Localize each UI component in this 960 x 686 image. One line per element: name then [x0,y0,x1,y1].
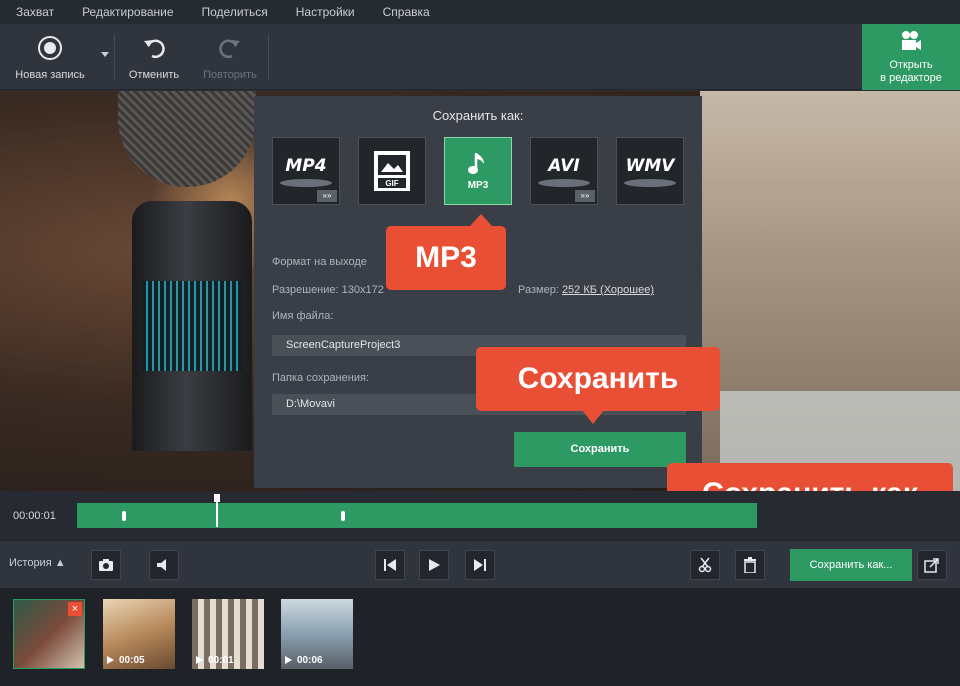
microphone-grill [142,281,242,371]
thumbnail-duration: 00:05 [119,655,145,666]
open-in-editor-button[interactable]: Открыть в редакторе [862,24,960,90]
callout-pointer [582,410,604,424]
dialog-title: Сохранить как: [432,108,524,123]
format-wmv[interactable]: WMV [616,137,684,205]
undo-icon [140,34,168,62]
format-mp3[interactable]: MP3 [444,137,512,205]
size-label: Размер: 252 КБ (Хорошее) [518,284,654,296]
format-label: WMV [625,155,675,176]
menu-edit[interactable]: Редактирование [68,0,187,24]
toolbar-divider [114,34,115,80]
share-button[interactable] [917,550,947,580]
snapshot-button[interactable] [91,550,121,580]
undo-label: Отменить [128,68,180,81]
format-label: AVI [548,155,580,176]
redo-label: Повторить [203,68,257,81]
history-thumbnail[interactable]: 00:05 [103,599,175,669]
clip-marker[interactable] [341,511,345,521]
toolbar-divider [268,34,269,80]
callout-mp3-text: MP3 [415,241,477,274]
fast-forward-icon: »» [317,190,337,202]
undo-button[interactable]: Отменить [120,24,188,90]
playhead[interactable] [214,494,220,527]
skip-forward-icon [474,559,486,571]
disc-icon [538,178,590,187]
disc-icon [624,178,676,187]
save-as-dialog: Сохранить как: MP4 »» GIF MP3 AVI »» WMV… [254,96,702,488]
menu-capture[interactable]: Захват [0,0,68,24]
play-button[interactable] [419,550,449,580]
resolution-label-text: Разрешение: [272,284,339,296]
disc-icon [280,178,332,187]
close-icon[interactable]: × [68,602,82,616]
trash-icon [744,557,756,573]
history-thumbnail[interactable]: × [13,599,85,669]
thumbnail-duration: 00:01 [208,655,234,666]
format-avi[interactable]: AVI »» [530,137,598,205]
timeline: 00:00:01 [0,491,960,540]
size-label-text: Размер: [518,284,559,296]
callout-save-text: Сохранить [517,362,679,395]
next-button[interactable] [465,550,495,580]
speaker-icon [157,559,166,571]
new-record-label: Новая запись [15,68,85,81]
chevron-down-icon[interactable] [101,52,109,57]
resolution-value: 130x172 [341,284,384,296]
format-gif[interactable]: GIF [358,137,426,205]
history-panel: × 00:05 00:01 00:06 [0,588,960,686]
redo-icon [216,34,244,62]
menu-bar: Захват Редактирование Поделиться Настрой… [0,0,960,24]
filename-label: Имя файла: [272,310,334,322]
history-toggle[interactable]: История ▲ [9,557,66,569]
music-note-icon [468,153,484,174]
history-thumbnail[interactable]: 00:06 [281,599,353,669]
play-icon [285,656,292,664]
film-camera-icon [899,30,923,56]
delete-button[interactable] [735,550,765,580]
callout-save: Сохранить [476,347,720,424]
menu-settings[interactable]: Настройки [282,0,369,24]
callout-pointer [470,214,492,226]
clip-marker[interactable] [122,511,126,521]
record-icon [36,34,64,62]
thumbnail-duration: 00:06 [297,655,323,666]
format-label: MP4 [285,155,327,176]
dialog-save-button[interactable]: Сохранить [514,432,686,467]
play-icon [196,656,203,664]
gif-image-icon: GIF [374,151,410,191]
new-record-button[interactable]: Новая запись [8,24,92,90]
format-mp4[interactable]: MP4 »» [272,137,340,205]
menu-share[interactable]: Поделиться [188,0,282,24]
skip-back-icon [384,559,396,571]
previous-button[interactable] [375,550,405,580]
share-icon [924,558,939,573]
play-icon [107,656,114,664]
play-icon [429,559,440,571]
camera-icon [99,559,113,571]
open-editor-label-1: Открыть [889,58,933,71]
fast-forward-icon: »» [575,190,595,202]
output-format-label: Формат на выходе [272,256,367,268]
cut-button[interactable] [690,550,720,580]
resolution-label: Разрешение: 130x172 [272,284,384,296]
callout-mp3: MP3 [386,214,506,290]
timeline-track[interactable] [77,503,757,528]
toolbar: Новая запись Отменить Повторить Открыть … [0,24,960,90]
format-label: GIF [385,179,398,188]
scissors-icon [698,557,712,573]
history-thumbnail[interactable]: 00:01 [192,599,264,669]
volume-button[interactable] [149,550,179,580]
redo-button[interactable]: Повторить [194,24,266,90]
current-time: 00:00:01 [13,510,56,522]
open-editor-label-2: в редакторе [880,71,942,84]
size-value-link[interactable]: 252 КБ (Хорошее) [562,284,654,296]
controls-bar: История ▲ Сохранить как... [0,540,960,588]
save-as-button[interactable]: Сохранить как... [790,549,912,581]
folder-label: Папка сохранения: [272,372,369,384]
menu-help[interactable]: Справка [369,0,444,24]
format-label: MP3 [467,180,489,191]
history-label: История [9,557,52,569]
caret-up-icon: ▲ [54,557,66,569]
